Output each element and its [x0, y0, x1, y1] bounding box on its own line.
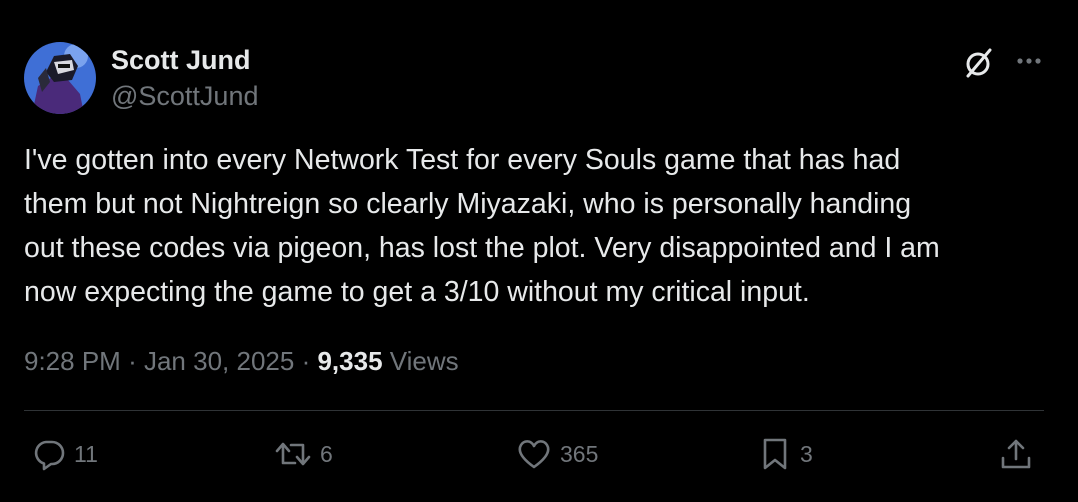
views-count: 9,335 — [317, 346, 383, 376]
tweet-date[interactable]: Jan 30, 2025 — [144, 346, 294, 376]
bookmark-button[interactable]: 3 — [758, 432, 813, 476]
user-avatar-icon — [24, 42, 96, 114]
bookmark-count: 3 — [800, 440, 813, 467]
tweet-text-line: I've gotten into every Network Test for … — [24, 144, 901, 176]
meta-separator: · — [301, 346, 311, 376]
bookmark-icon — [763, 438, 787, 470]
more-dots-icon[interactable] — [1012, 48, 1046, 74]
meta-separator: · — [128, 346, 137, 376]
views-label: Views — [389, 346, 459, 376]
repost-count: 6 — [320, 440, 333, 467]
share-button[interactable] — [998, 432, 1034, 476]
divider — [24, 410, 1044, 411]
tweet-text: I've gotten into every Network Test for … — [24, 138, 1054, 314]
repost-button[interactable]: 6 — [274, 432, 333, 476]
reply-button[interactable]: 11 — [32, 432, 98, 476]
repost-icon — [275, 442, 311, 466]
tweet-text-line: now expecting the game to get a 3/10 wit… — [24, 276, 810, 308]
heart-icon — [518, 440, 550, 469]
grok-slash-icon[interactable] — [962, 46, 996, 80]
reply-count: 11 — [74, 440, 98, 467]
author-avatar[interactable] — [24, 42, 96, 114]
tweet-card: Scott Jund @ScottJund I've gotten into e… — [0, 0, 1078, 502]
share-icon — [1001, 439, 1031, 469]
tweet-text-line: out these codes via pigeon, has lost the… — [24, 232, 940, 264]
tweet-text-line: them but not Nightreign so clearly Miyaz… — [24, 188, 912, 220]
tweet-time[interactable]: 9:28 PM — [24, 346, 121, 376]
author-handle[interactable]: @ScottJund — [111, 80, 259, 112]
author-display-name[interactable]: Scott Jund — [111, 44, 251, 76]
reply-icon — [34, 440, 65, 471]
like-button[interactable]: 365 — [516, 432, 598, 476]
tweet-meta: 9:28 PM · Jan 30, 2025 · 9,335 Views — [24, 344, 459, 378]
like-count: 365 — [560, 440, 599, 467]
